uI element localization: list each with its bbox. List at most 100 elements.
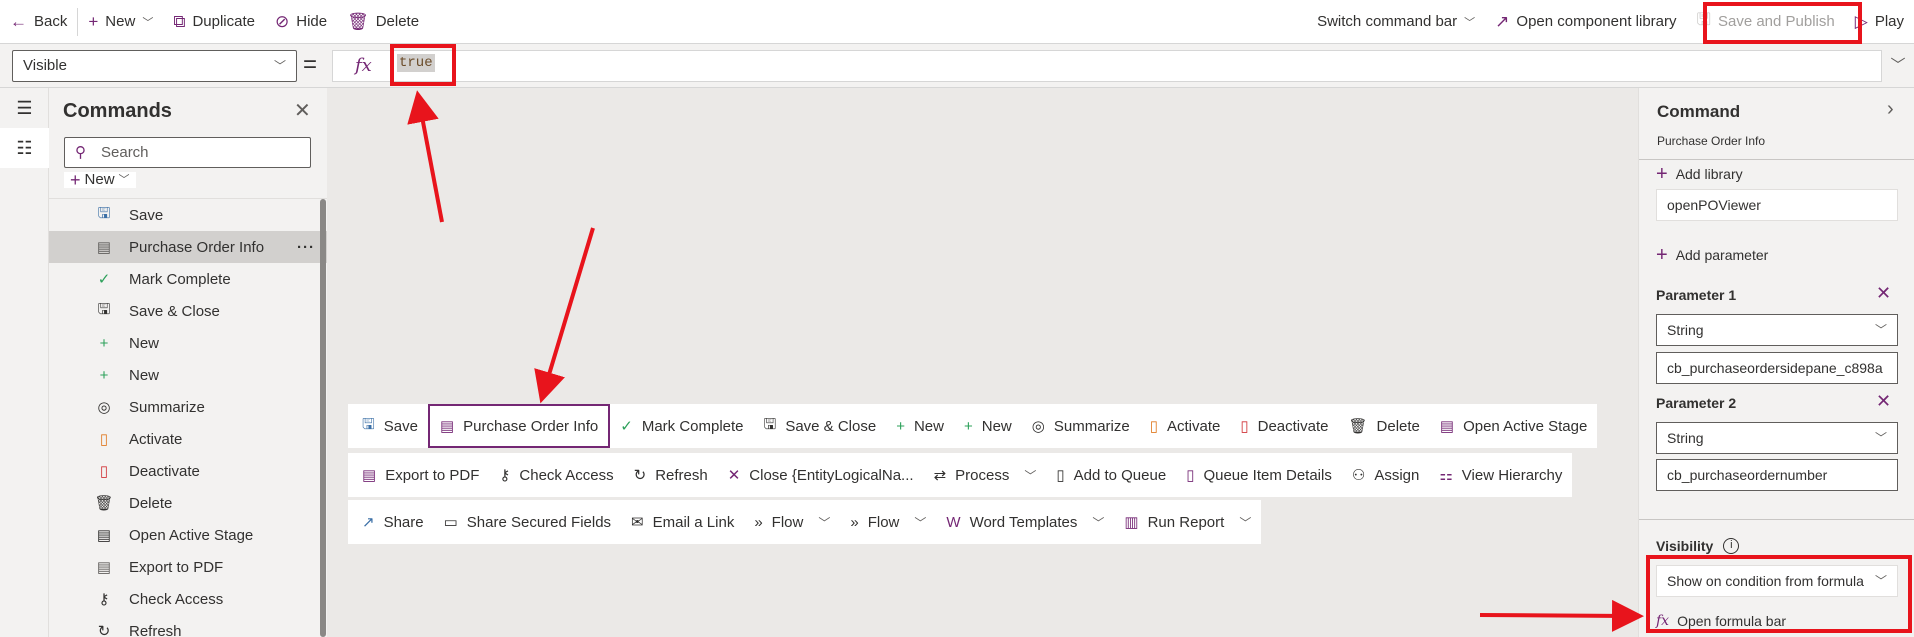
parameter-2-type-dropdown[interactable]: String ﹀ (1656, 422, 1898, 454)
share-icon: ↗ (362, 514, 375, 531)
list-item[interactable]: ⚷ Check Access (49, 583, 327, 615)
list-item-label: New (129, 366, 160, 384)
add-to-queue-command[interactable]: ▯ Add to Queue (1046, 453, 1176, 497)
queue-details-icon: ▯ (1186, 467, 1195, 484)
pdf-icon: ▤ (96, 239, 112, 256)
plus-icon: + (70, 170, 81, 190)
remove-parameter-1-icon[interactable]: ✕ (1876, 283, 1891, 304)
expand-formula-chevron-icon[interactable]: ﹀ (1882, 50, 1914, 82)
list-item[interactable]: + New (49, 327, 327, 359)
add-library-button[interactable]: + Add library (1656, 164, 1743, 184)
hamburger-menu-icon[interactable]: ☰ (0, 88, 49, 128)
key-icon: ⚷ (499, 467, 511, 484)
function-name-input[interactable]: openPOViewer (1656, 189, 1898, 221)
assign-command[interactable]: ⚇ Assign (1342, 453, 1429, 497)
duplicate-button[interactable]: ⧉ Duplicate (163, 0, 265, 44)
list-item[interactable]: ▤ Open Active Stage (49, 519, 327, 551)
list-item[interactable]: 🖫 Save (49, 199, 327, 231)
close-entitylogicalna-command[interactable]: ✕ Close {EntityLogicalNa... (718, 453, 924, 497)
scrollbar[interactable] (320, 199, 326, 637)
command-label: Export to PDF (385, 466, 480, 484)
save-close-icon: 🖫 (763, 415, 777, 433)
list-item[interactable]: ▯ Activate (49, 423, 327, 455)
list-item[interactable]: ▤ Export to PDF (49, 551, 327, 583)
tree-view-icon[interactable]: ☷ (0, 128, 49, 168)
list-item[interactable]: ↻ Refresh (49, 615, 327, 637)
open-component-library-button[interactable]: ↗ Open component library (1485, 0, 1686, 44)
check-access-command[interactable]: ⚷ Check Access (489, 453, 623, 497)
process-icon: ⇄ (933, 467, 947, 484)
hide-button[interactable]: ⊘ Hide (265, 0, 337, 44)
left-rail: ☰ ☷ (0, 88, 49, 637)
command-label: Close {EntityLogicalNa... (749, 466, 914, 484)
duplicate-icon: ⧉ (173, 11, 186, 31)
collapse-chevron-icon[interactable]: › (1887, 98, 1894, 121)
new-command-button[interactable]: + New ﹀ (64, 170, 136, 190)
switch-command-bar-button[interactable]: Switch command bar ﹀ (1307, 0, 1485, 44)
parameter-2-value-input[interactable]: cb_purchaseordernumber (1656, 459, 1898, 491)
deactivate-command[interactable]: ▯ Deactivate (1230, 404, 1338, 448)
share-secured-fields-command[interactable]: ▭ Share Secured Fields (434, 500, 621, 544)
refresh-command[interactable]: ↻ Refresh (624, 453, 718, 497)
save-close-icon: 🖫 (97, 300, 111, 318)
list-item[interactable]: ▯ Deactivate (49, 455, 327, 487)
parameter-1-type-dropdown[interactable]: String ﹀ (1656, 314, 1898, 346)
parameter-1-value-input[interactable]: cb_purchaseordersidepane_c898a (1656, 352, 1898, 384)
play-button[interactable]: ▷ Play (1845, 0, 1914, 44)
list-item[interactable]: ✓ Mark Complete (49, 263, 327, 295)
email-a-link-command[interactable]: ✉ Email a Link (621, 500, 744, 544)
delete-command[interactable]: 🗑 Delete (1338, 404, 1429, 448)
open-formula-bar-button[interactable]: fx Open formula bar (1656, 612, 1786, 630)
formula-value[interactable]: true (397, 54, 435, 72)
remove-parameter-2-icon[interactable]: ✕ (1876, 391, 1891, 412)
new-command[interactable]: + New (886, 404, 954, 448)
list-item[interactable]: 🖫 Save & Close (49, 295, 327, 327)
list-item[interactable]: 🗑 Delete (49, 487, 327, 519)
purchase-order-info-command[interactable]: ▤ Purchase Order Info (427, 404, 611, 448)
add-parameter-button[interactable]: + Add parameter (1656, 245, 1768, 265)
flow-command[interactable]: » Flow ﹀ (744, 500, 840, 544)
button-label: Play (1874, 13, 1904, 30)
property-dropdown[interactable]: Visible ﹀ (12, 50, 297, 82)
save-command[interactable]: 🖫 Save (352, 404, 428, 448)
list-item-label: Delete (129, 494, 173, 512)
word-templates-command[interactable]: W Word Templates ﹀ (936, 500, 1114, 544)
word-icon: W (946, 513, 961, 531)
button-label: Back (34, 13, 68, 30)
list-item[interactable]: ▤ Purchase Order Info ··· (49, 231, 327, 263)
open-active-stage-command[interactable]: ▤ Open Active Stage (1430, 404, 1597, 448)
list-item-label: Refresh (129, 622, 182, 637)
search-input[interactable]: ⚲ Search (64, 137, 311, 168)
command-label: Flow (867, 513, 900, 531)
share-command[interactable]: ↗ Share (352, 500, 434, 544)
command-label: Delete (1376, 417, 1420, 435)
view-hierarchy-command[interactable]: ⚏ View Hierarchy (1429, 453, 1572, 497)
add-library-label: Add library (1675, 166, 1743, 182)
back-button[interactable]: ← Back (0, 0, 77, 44)
mark-complete-command[interactable]: ✓ Mark Complete (610, 404, 753, 448)
process-command[interactable]: ⇄ Process ﹀ (924, 453, 1047, 497)
list-item[interactable]: + New (49, 359, 327, 391)
visibility-dropdown[interactable]: Show on condition from formula ﹀ (1656, 565, 1898, 597)
run-report-command[interactable]: ▥ Run Report ﹀ (1114, 500, 1261, 544)
queue-item-details-command[interactable]: ▯ Queue Item Details (1176, 453, 1342, 497)
save-close-command[interactable]: 🖫 Save & Close (754, 404, 887, 448)
close-icon[interactable]: ✕ (294, 98, 311, 123)
new-command[interactable]: + New (954, 404, 1022, 448)
list-item-label: Purchase Order Info (129, 238, 265, 256)
properties-scroll-area: + Add library openPOViewer + Add parameter… (1639, 160, 1914, 637)
list-item[interactable]: ◎ Summarize (49, 391, 327, 423)
save-and-publish-button[interactable]: 🖫 Save and Publish (1687, 0, 1845, 44)
flow-command[interactable]: » Flow ﹀ (840, 500, 936, 544)
more-options-icon[interactable]: ··· (297, 239, 315, 256)
button-label: Duplicate (192, 13, 255, 30)
activate-command[interactable]: ▯ Activate (1140, 404, 1231, 448)
new-button[interactable]: + New ﹀ (78, 0, 163, 44)
export-to-pdf-command[interactable]: ▤ Export to PDF (352, 453, 489, 497)
delete-button[interactable]: 🗑 Delete (337, 0, 429, 44)
info-icon[interactable]: i (1723, 538, 1740, 554)
chevron-down-icon: ﹀ (118, 174, 130, 186)
formula-input[interactable]: fx true (332, 50, 1882, 82)
summarize-command[interactable]: ◎ Summarize (1022, 404, 1140, 448)
flow-icon: » (754, 513, 763, 531)
